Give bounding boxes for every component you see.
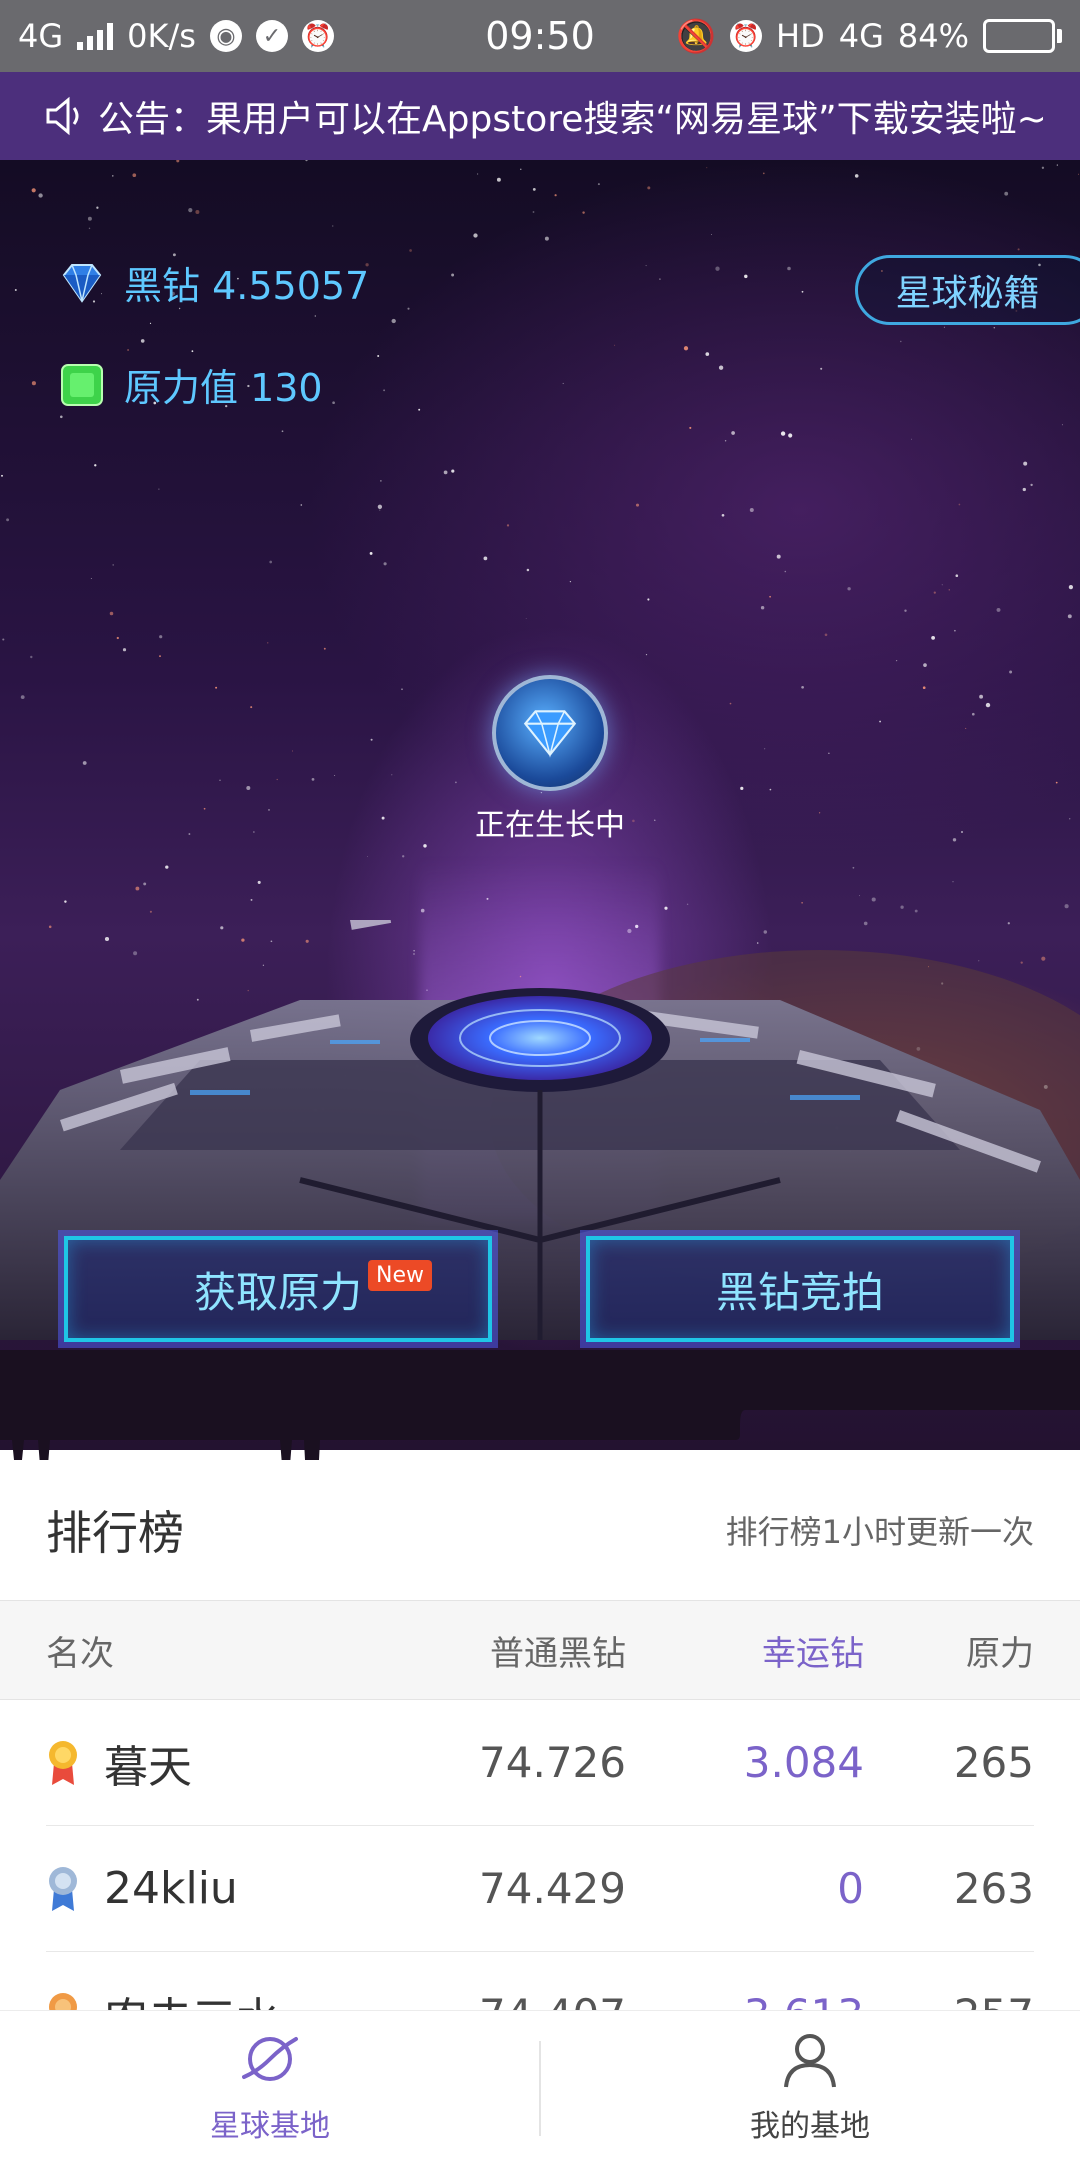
status-right: 🔕 ⏰ HD 4G 84% [676,17,1062,55]
nav-my-base[interactable]: 我的基地 [540,2011,1080,2160]
black-diamond-balance: 黑钻 4.55057 [56,255,369,310]
planet-secrets-button[interactable]: 星球秘籍 [855,255,1080,325]
nav-planet-base[interactable]: 星球基地 [0,2011,540,2160]
auction-label: 黑钻竞拍 [715,1267,884,1317]
black-diamond-label: 黑钻 4.55057 [124,264,370,308]
user-name: 24kliu [104,1863,238,1914]
check-icon: ✓ [255,20,288,52]
normal-diamond-value: 74.726 [479,1738,626,1787]
column-lucky-diamond: 幸运钻 [762,1633,864,1674]
force-value: 263 [953,1864,1034,1913]
network-speed: 0K/s [127,17,196,55]
user-icon [784,2034,836,2088]
battery-percent: 84% [897,17,969,55]
leaderboard-header: 排行榜 排行榜1小时更新一次 [0,1460,1080,1600]
signal-icon [77,22,114,50]
rank-cell: 暮天 [46,1700,192,1825]
table-row[interactable]: 农夫三水 74.407 3.613 257 [46,1952,1034,2010]
get-force-button[interactable]: 获取原力 New [64,1236,492,1342]
planet-scene: 黑钻 4.55057 原力值 130 星球秘籍 正在生长中 获取原力 New 黑… [0,160,1080,1450]
lucky-diamond-value: 3.084 [743,1738,864,1787]
normal-diamond-value: 74.407 [479,1952,626,2010]
leaderboard-list[interactable]: 暮天 74.726 3.084 265 24kliu 74.429 0 263 … [0,1700,1080,2010]
bottom-navigation: 星球基地 我的基地 [0,2010,1080,2160]
bronze-medal-icon [49,1992,77,2010]
force-value: 265 [953,1738,1034,1787]
normal-diamond-value: 74.429 [479,1864,626,1913]
app-notification-icon: ◉ [209,20,242,52]
growing-diamond-bubble[interactable] [492,675,608,791]
drip-edge [0,1350,1080,1460]
column-force: 原力 [966,1633,1034,1674]
silver-medal-icon [49,1866,77,1911]
leaderboard-column-headers: 名次 普通黑钻 幸运钻 原力 [0,1600,1080,1700]
speaker-icon [46,96,79,136]
table-row[interactable]: 暮天 74.726 3.084 265 [46,1700,1034,1826]
black-diamond-auction-button[interactable]: 黑钻竞拍 [586,1236,1014,1342]
announcement-bar[interactable]: 公告：果用户可以在Appstore搜索“网易星球”下载安装啦~ [0,72,1080,160]
status-bar: 4G 0K/s ◉ ✓ ⏰ 09:50 🔕 ⏰ HD 4G 84% [0,0,1080,72]
mute-icon: 🔕 [676,17,717,55]
diamond-icon [62,263,102,303]
user-name: 农夫三水 [104,1983,280,2011]
user-name: 暮天 [104,1741,192,1793]
lucky-diamond-value: 3.613 [744,1952,864,2010]
nav-my-base-label: 我的基地 [750,2109,870,2144]
column-rank: 名次 [46,1633,114,1674]
alarm-icon-right: ⏰ [730,20,763,52]
gold-medal-icon [49,1740,77,1785]
hd-indicator: HD [776,17,825,55]
rank-cell: 农夫三水 [46,1952,280,2010]
status-left: 4G 0K/s ◉ ✓ ⏰ [18,17,334,55]
leaderboard-title: 排行榜 [46,1506,184,1560]
table-row[interactable]: 24kliu 74.429 0 263 [46,1826,1034,1952]
green-gem-icon [61,363,103,406]
leaderboard-update-note: 排行榜1小时更新一次 [725,1513,1034,1551]
force-balance: 原力值 130 [56,357,323,412]
nav-planet-base-label: 星球基地 [210,2109,330,2144]
force-value-label: 原力值 130 [124,366,323,410]
rank-cell: 24kliu [46,1826,238,1951]
get-force-label: 获取原力 [193,1267,362,1317]
diamond-icon-growing [523,710,577,758]
new-badge: New [368,1260,432,1291]
force-value: 257 [954,1952,1034,2010]
lucky-diamond-value: 0 [837,1864,864,1913]
growing-status-text: 正在生长中 [475,808,625,843]
network-type-right: 4G [838,17,884,55]
planet-icon [242,2037,298,2081]
network-type: 4G [18,17,64,55]
battery-icon [983,19,1062,53]
announcement-text: 公告：果用户可以在Appstore搜索“网易星球”下载安装啦~ [98,99,1047,140]
column-normal-diamond: 普通黑钻 [490,1633,626,1674]
alarm-icon: ⏰ [301,20,334,52]
